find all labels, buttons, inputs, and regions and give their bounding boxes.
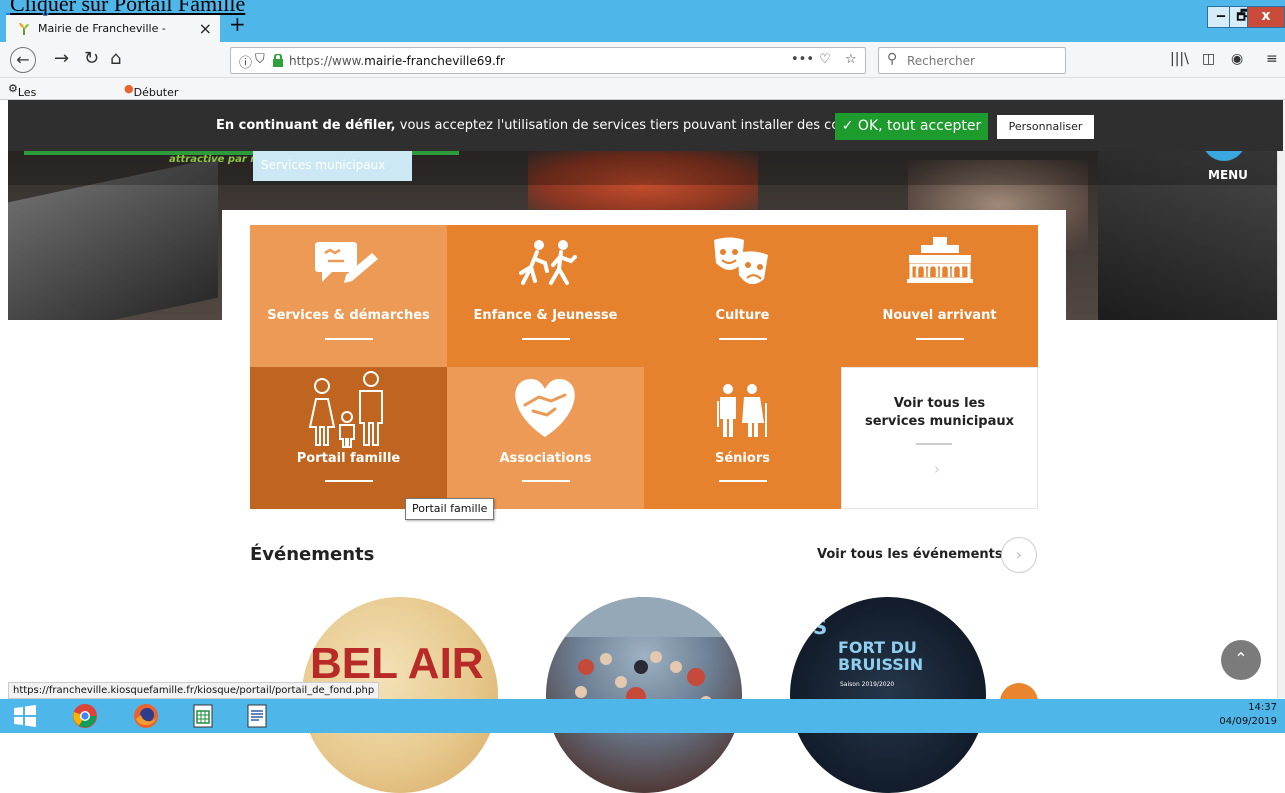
info-icon[interactable]: ⓘ <box>239 52 252 71</box>
tile-label: Associations <box>499 451 592 466</box>
customize-cookies-button[interactable]: Personnaliser <box>997 115 1094 139</box>
tile-label: Nouvel arrivant <box>882 308 997 323</box>
tooltip: Portail famille <box>405 498 495 520</box>
event-card[interactable]: RIS FORT DU BRUISSIN Saison 2019/2020 <box>790 597 986 793</box>
status-bar-url: https://francheville.kiosquefamille.fr/k… <box>8 682 380 699</box>
tile-divider <box>916 338 964 340</box>
tile-label: Services & démarches <box>267 308 430 323</box>
windows-start-icon[interactable] <box>12 703 38 729</box>
tile-services-demarches[interactable]: Services & démarches <box>250 225 447 367</box>
firefox-icon: ● <box>124 82 134 95</box>
tile-divider <box>522 338 570 340</box>
firefox-icon[interactable] <box>133 703 159 729</box>
chevron-right-icon[interactable]: › <box>1001 537 1037 573</box>
tile-nouvel-arrivant[interactable]: Nouvel arrivant <box>841 225 1038 367</box>
close-window-button[interactable]: x <box>1247 6 1285 28</box>
services-icon <box>315 242 378 283</box>
menu-button[interactable]: MENU <box>1208 168 1248 182</box>
pocket-icon[interactable]: ♡ <box>819 52 831 67</box>
search-placeholder: Rechercher <box>907 54 975 68</box>
chevron-right-icon: › <box>934 460 940 478</box>
tile-label: Séniors <box>715 451 770 466</box>
browser-tab[interactable]: Mairie de Francheville - × <box>6 13 220 42</box>
lock-icon <box>273 54 283 67</box>
home-button[interactable]: ⌂ <box>110 48 121 69</box>
hamburger-menu-icon[interactable]: ≡ <box>1266 51 1278 67</box>
seniors-icon <box>717 384 767 437</box>
tile-label: Portail famille <box>296 451 401 466</box>
page-scrollbar[interactable] <box>1277 100 1285 698</box>
tile-divider <box>719 338 767 340</box>
url-text: https://www.mairie-francheville69.fr <box>289 54 505 68</box>
spreadsheet-app-icon[interactable] <box>190 703 216 729</box>
tile-enfance-jeunesse[interactable]: Enfance & Jeunesse <box>447 225 644 367</box>
shield-icon[interactable]: ⛉ <box>255 52 265 67</box>
tab-close-icon[interactable]: × <box>199 19 212 38</box>
system-clock[interactable]: 14:37 04/09/2019 <box>1219 701 1277 729</box>
windows-taskbar: 14:37 04/09/2019 <box>0 699 1285 733</box>
search-input[interactable]: ⚲ Rechercher <box>878 47 1066 74</box>
tile-seniors[interactable]: Séniors <box>644 367 841 509</box>
search-icon: ⚲ <box>887 51 898 67</box>
tile-culture[interactable]: Culture <box>644 225 841 367</box>
event-card[interactable] <box>546 597 742 793</box>
bookmark-star-icon[interactable]: ☆ <box>845 52 857 67</box>
tile-divider <box>522 480 570 482</box>
tab-title: Mairie de Francheville - <box>38 22 166 35</box>
page-actions-icon[interactable]: ••• <box>791 52 814 67</box>
tile-divider <box>916 443 952 445</box>
tile-divider <box>325 338 373 340</box>
event-title: RIS <box>790 615 828 639</box>
services-municipaux-button[interactable]: Services municipaux <box>253 151 412 181</box>
reload-button[interactable]: ↻ <box>84 48 99 69</box>
tile-divider <box>325 480 373 482</box>
tile-portail-famille[interactable]: Portail famille <box>250 367 447 509</box>
tile-voir-tous-services[interactable]: Voir tous les services municipaux › <box>841 367 1038 509</box>
forward-button[interactable]: → <box>54 48 69 69</box>
instruction-text: Cliquer sur Portail Famille <box>10 0 246 16</box>
event-subtitle: FORT DU BRUISSIN <box>838 638 924 674</box>
children-running-icon <box>519 240 577 285</box>
tile-label: Voir tous les services municipaux <box>864 396 1015 429</box>
bookmarks-toolbar: ⚙ Les plus visités ● Débuter avec Firefo… <box>0 78 1285 125</box>
url-bar[interactable]: ⓘ ⛉ https://www.mairie-francheville69.fr… <box>230 47 866 74</box>
event-photo <box>546 597 742 731</box>
all-events-link[interactable]: Voir tous les événements <box>817 547 1003 562</box>
cookie-banner: En continuant de défiler, vous acceptez … <box>8 100 1283 151</box>
theater-masks-icon <box>714 237 768 285</box>
back-button[interactable]: ← <box>10 47 36 73</box>
writer-app-icon[interactable] <box>244 703 270 729</box>
accept-cookies-button[interactable]: ✓ OK, tout accepter <box>835 113 988 140</box>
chrome-icon[interactable] <box>72 703 98 729</box>
bookmark-getting-started[interactable]: ● Débuter avec Firefox <box>124 82 178 125</box>
tile-label: Culture <box>715 308 770 323</box>
navigation-toolbar: ← → ↻ ⌂ ⓘ ⛉ https://www.mairie-franchevi… <box>0 42 1285 78</box>
scroll-top-button[interactable]: ⌃ <box>1221 640 1261 680</box>
town-hall-icon <box>907 237 973 283</box>
family-icon <box>308 371 383 448</box>
bookmark-most-visited[interactable]: ⚙ Les plus visités <box>8 82 53 125</box>
events-heading: Événements <box>250 544 375 565</box>
account-icon[interactable]: ◉ <box>1231 51 1243 67</box>
library-icon[interactable]: |||\ <box>1170 51 1189 67</box>
tile-associations[interactable]: Associations <box>447 367 644 509</box>
site-favicon <box>19 23 29 35</box>
cookie-message: En continuant de défiler, vous acceptez … <box>216 118 874 133</box>
handshake-heart-icon <box>515 379 575 437</box>
sidebar-icon[interactable]: ◫ <box>1202 51 1215 67</box>
tile-divider <box>719 480 767 482</box>
tile-label: Enfance & Jeunesse <box>473 308 618 323</box>
event-season: Saison 2019/2020 <box>840 681 895 688</box>
